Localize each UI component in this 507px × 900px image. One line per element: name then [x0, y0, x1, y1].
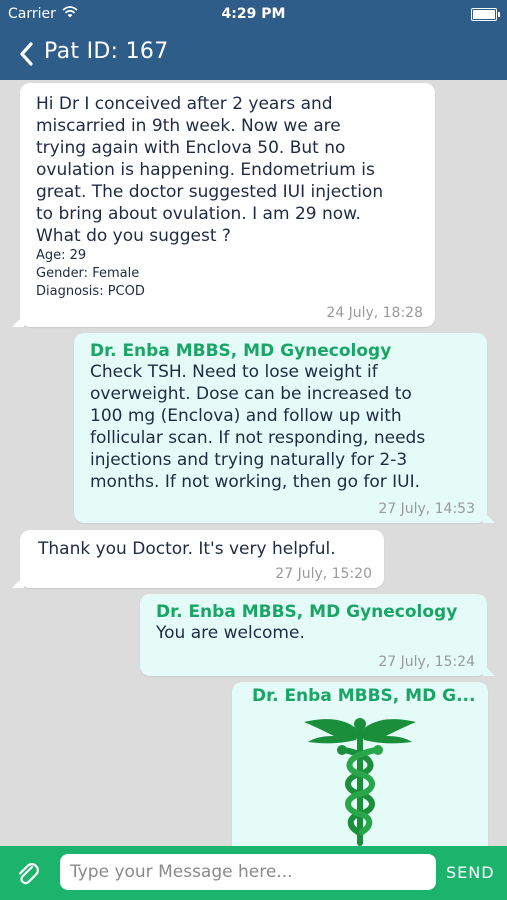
- message-bubble-outgoing: Dr. Enba MBBS, MD Gynecology Check TSH. …: [74, 333, 495, 523]
- message-text: Check TSH. Need to lose weight if overwe…: [90, 362, 426, 492]
- status-bar: Carrier 4:29 PM: [0, 0, 507, 28]
- clock: 4:29 PM: [221, 6, 286, 22]
- chat-thread[interactable]: Hi Dr I conceived after 2 years and misc…: [0, 80, 507, 846]
- message-text: Hi Dr I conceived after 2 years and misc…: [36, 94, 384, 246]
- sender-name: Dr. Enba MBBS, MD Gynecology: [90, 341, 392, 361]
- patient-diagnosis: Diagnosis: PCOD: [36, 284, 145, 299]
- message-composer: SEND: [0, 846, 507, 900]
- message-timestamp: 27 July, 15:24: [378, 654, 475, 670]
- sender-name: Dr. Enba MBBS, MD Gynecology: [156, 602, 458, 622]
- send-button[interactable]: SEND: [446, 863, 495, 882]
- message-bubble-incoming: Thank you Doctor. It's very helpful. 27 …: [12, 530, 384, 588]
- message-bubble-outgoing: Dr. Enba MBBS, MD Gynecology You are wel…: [140, 594, 495, 676]
- message-text: Thank you Doctor. It's very helpful.: [38, 539, 336, 559]
- message-timestamp: 27 July, 15:20: [275, 566, 372, 582]
- sender-name: Dr. Enba MBBS, MD G...: [252, 686, 476, 706]
- battery-icon: [471, 8, 500, 21]
- paperclip-icon[interactable]: [14, 860, 42, 888]
- caduceus-logo[interactable]: [300, 710, 420, 846]
- patient-gender: Gender: Female: [36, 266, 140, 281]
- message-bubble-incoming: Hi Dr I conceived after 2 years and misc…: [12, 83, 435, 327]
- message-input[interactable]: [60, 854, 436, 890]
- message-timestamp: 27 July, 14:53: [378, 501, 475, 517]
- nav-bar: Pat ID: 167: [0, 28, 507, 80]
- message-bubble-outgoing-image[interactable]: Dr. Enba MBBS, MD G...: [232, 682, 488, 846]
- page-title: Pat ID: 167: [44, 39, 169, 64]
- back-chevron-icon[interactable]: [16, 40, 42, 68]
- message-timestamp: 24 July, 18:28: [326, 305, 423, 321]
- message-text: You are welcome.: [156, 623, 305, 643]
- patient-age: Age: 29: [36, 248, 87, 263]
